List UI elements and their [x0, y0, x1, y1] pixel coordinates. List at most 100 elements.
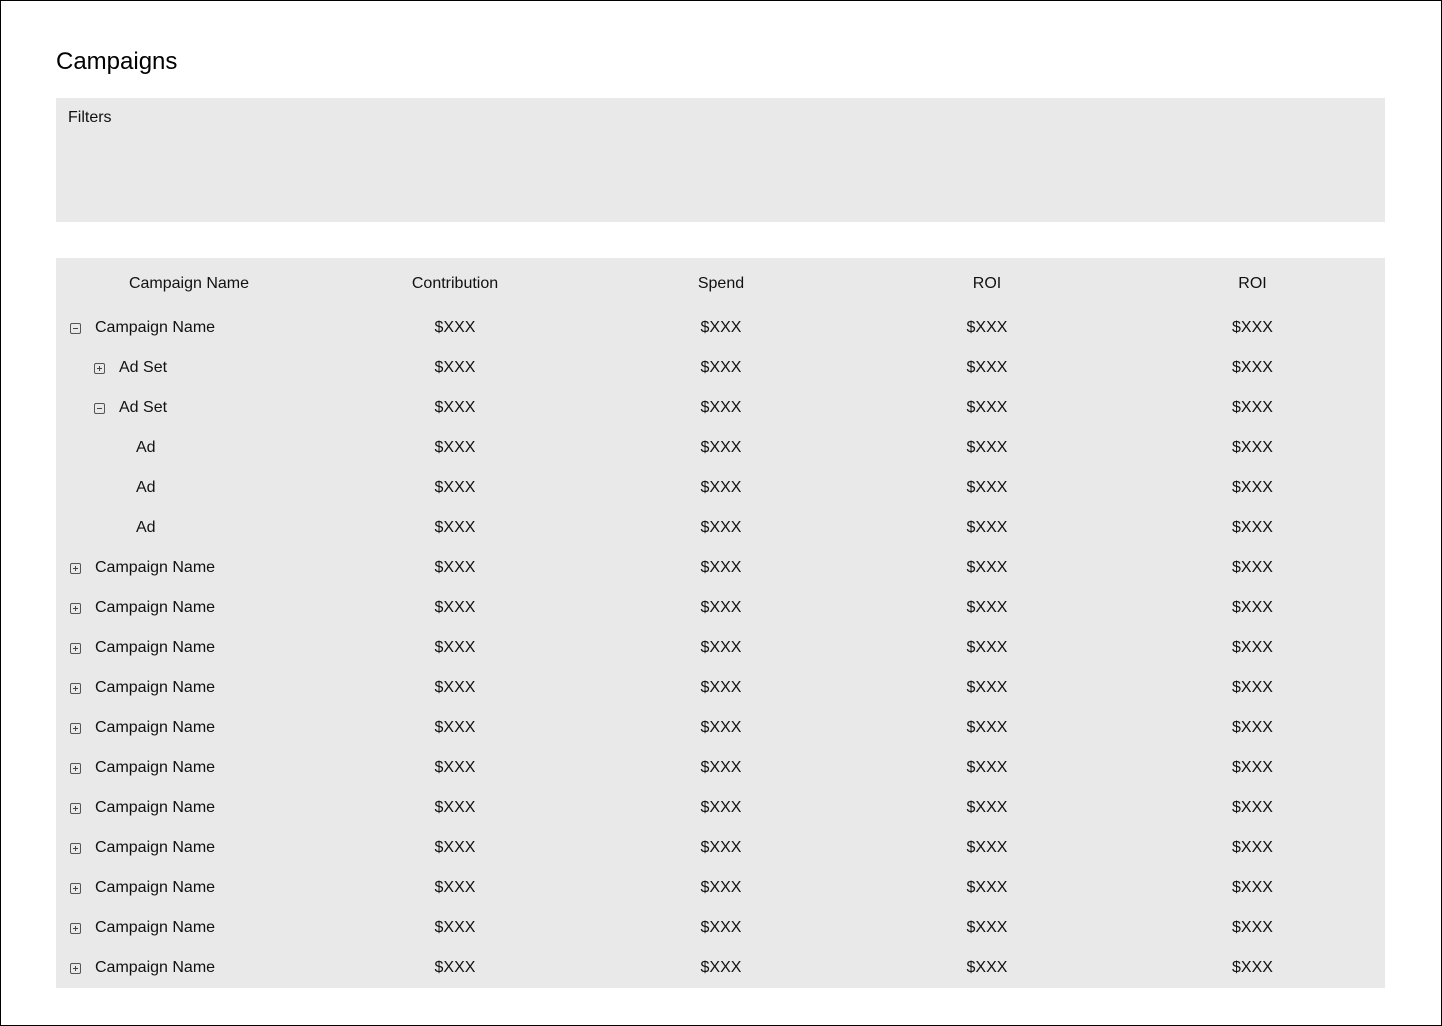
row-name-label: Campaign Name: [95, 759, 216, 776]
expand-plus-icon[interactable]: [70, 762, 81, 774]
expand-plus-icon[interactable]: [70, 842, 81, 854]
collapse-minus-icon[interactable]: [70, 322, 81, 334]
app-frame: Campaigns Filters Campaign Name Contribu…: [0, 0, 1442, 1026]
row-name-label: Campaign Name: [95, 679, 216, 696]
table-header-row: Campaign Name Contribution Spend ROI ROI: [56, 258, 1385, 308]
campaign-row[interactable]: Campaign Name $XXX $XXX $XXX $XXX: [56, 788, 1385, 828]
expand-plus-icon[interactable]: [70, 642, 81, 654]
name-cell: Campaign Name: [56, 548, 322, 588]
row-name-label: Ad: [136, 519, 156, 536]
roi-cell: $XXX: [966, 759, 1008, 776]
spend-cell: $XXX: [700, 479, 742, 496]
roi-cell: $XXX: [966, 839, 1008, 856]
campaign-row[interactable]: Campaign Name $XXX $XXX $XXX $XXX: [56, 748, 1385, 788]
contribution-cell: $XXX: [434, 719, 476, 736]
roi-cell-2: $XXX: [1232, 519, 1273, 536]
table-body: Campaign Name $XXX $XXX $XXX $XXX Ad Set $XXX $…: [56, 308, 1385, 988]
contribution-cell: $XXX: [434, 479, 476, 496]
contribution-cell: $XXX: [434, 639, 476, 656]
contribution-cell: $XXX: [434, 759, 476, 776]
row-name-label: Campaign Name: [95, 319, 216, 336]
name-cell-content: Ad Set: [56, 348, 322, 388]
expand-plus-icon[interactable]: [70, 602, 81, 614]
campaign-row[interactable]: Campaign Name $XXX $XXX $XXX $XXX: [56, 308, 1385, 348]
name-cell: Campaign Name: [56, 628, 322, 668]
expand-plus-icon[interactable]: [70, 722, 81, 734]
campaign-row[interactable]: Campaign Name $XXX $XXX $XXX $XXX: [56, 828, 1385, 868]
expand-plus-icon[interactable]: [94, 362, 105, 374]
name-cell-content: Campaign Name: [56, 668, 322, 708]
campaign-row[interactable]: Campaign Name $XXX $XXX $XXX $XXX: [56, 628, 1385, 668]
name-cell: Ad: [56, 428, 322, 468]
column-header-spend[interactable]: Spend: [588, 258, 854, 308]
row-name-label: Ad: [136, 479, 156, 496]
roi-cell-2: $XXX: [1232, 559, 1273, 576]
row-name-label: Campaign Name: [95, 959, 216, 976]
filters-label: Filters: [68, 109, 112, 126]
contribution-cell: $XXX: [434, 959, 476, 976]
name-cell-content: Campaign Name: [56, 788, 322, 828]
campaign-row[interactable]: Campaign Name $XXX $XXX $XXX $XXX: [56, 588, 1385, 628]
column-header-label: ROI: [1238, 275, 1267, 292]
collapse-minus-icon[interactable]: [94, 402, 105, 414]
roi-cell: $XXX: [966, 799, 1008, 816]
column-header-campaign-name[interactable]: Campaign Name: [56, 258, 322, 308]
spend-cell: $XXX: [700, 959, 742, 976]
row-name-label: Ad Set: [119, 359, 168, 376]
campaign-row[interactable]: Campaign Name $XXX $XXX $XXX $XXX: [56, 708, 1385, 748]
row-name-label: Campaign Name: [95, 879, 216, 896]
roi-cell-2: $XXX: [1232, 799, 1273, 816]
ad-row[interactable]: Ad $XXX $XXX $XXX $XXX: [56, 428, 1385, 468]
name-cell-content: Campaign Name: [56, 828, 322, 868]
ad-set-row[interactable]: Ad Set $XXX $XXX $XXX $XXX: [56, 388, 1385, 428]
name-cell: Campaign Name: [56, 868, 322, 908]
contribution-cell: $XXX: [434, 679, 476, 696]
expand-plus-icon[interactable]: [70, 682, 81, 694]
name-cell: Campaign Name: [56, 668, 322, 708]
spend-cell: $XXX: [700, 599, 742, 616]
expand-plus-icon[interactable]: [70, 802, 81, 814]
roi-cell-2: $XXX: [1232, 959, 1273, 976]
column-header-roi-2[interactable]: ROI: [1120, 258, 1385, 308]
name-cell-content: Campaign Name: [56, 948, 322, 988]
spend-cell: $XXX: [700, 759, 742, 776]
row-name-label: Campaign Name: [95, 839, 216, 856]
name-cell: Campaign Name: [56, 748, 322, 788]
roi-cell-2: $XXX: [1232, 359, 1273, 376]
expand-plus-icon[interactable]: [70, 922, 81, 934]
column-header-label: Contribution: [411, 275, 499, 292]
roi-cell: $XXX: [966, 439, 1008, 456]
contribution-cell: $XXX: [434, 559, 476, 576]
name-cell: Ad: [56, 508, 322, 548]
spend-cell: $XXX: [700, 719, 742, 736]
campaign-row[interactable]: Campaign Name $XXX $XXX $XXX $XXX: [56, 668, 1385, 708]
contribution-cell: $XXX: [434, 599, 476, 616]
campaign-row[interactable]: Campaign Name $XXX $XXX $XXX $XXX: [56, 948, 1385, 988]
row-name-label: Campaign Name: [95, 599, 216, 616]
name-cell-content: Campaign Name: [56, 308, 322, 348]
roi-cell-2: $XXX: [1232, 679, 1273, 696]
expand-plus-icon[interactable]: [70, 962, 81, 974]
page-title: Campaigns: [56, 48, 178, 76]
row-name-label: Ad: [136, 439, 156, 456]
expand-plus-icon[interactable]: [70, 562, 81, 574]
ad-row[interactable]: Ad $XXX $XXX $XXX $XXX: [56, 508, 1385, 548]
column-header-roi[interactable]: ROI: [854, 258, 1120, 308]
name-cell: Campaign Name: [56, 908, 322, 948]
campaign-row[interactable]: Campaign Name $XXX $XXX $XXX $XXX: [56, 908, 1385, 948]
spend-cell: $XXX: [700, 399, 742, 416]
campaign-row[interactable]: Campaign Name $XXX $XXX $XXX $XXX: [56, 868, 1385, 908]
row-name-label: Campaign Name: [95, 799, 216, 816]
roi-cell-2: $XXX: [1232, 639, 1273, 656]
expand-plus-icon[interactable]: [70, 882, 81, 894]
campaigns-table: Campaign Name Contribution Spend ROI ROI…: [56, 258, 1385, 988]
column-header-contribution[interactable]: Contribution: [322, 258, 588, 308]
ad-row[interactable]: Ad $XXX $XXX $XXX $XXX: [56, 468, 1385, 508]
campaign-row[interactable]: Campaign Name $XXX $XXX $XXX $XXX: [56, 548, 1385, 588]
name-cell-content: Ad: [56, 468, 322, 508]
roi-cell: $XXX: [966, 719, 1008, 736]
contribution-cell: $XXX: [434, 439, 476, 456]
roi-cell-2: $XXX: [1232, 879, 1273, 896]
ad-set-row[interactable]: Ad Set $XXX $XXX $XXX $XXX: [56, 348, 1385, 388]
contribution-cell: $XXX: [434, 359, 476, 376]
